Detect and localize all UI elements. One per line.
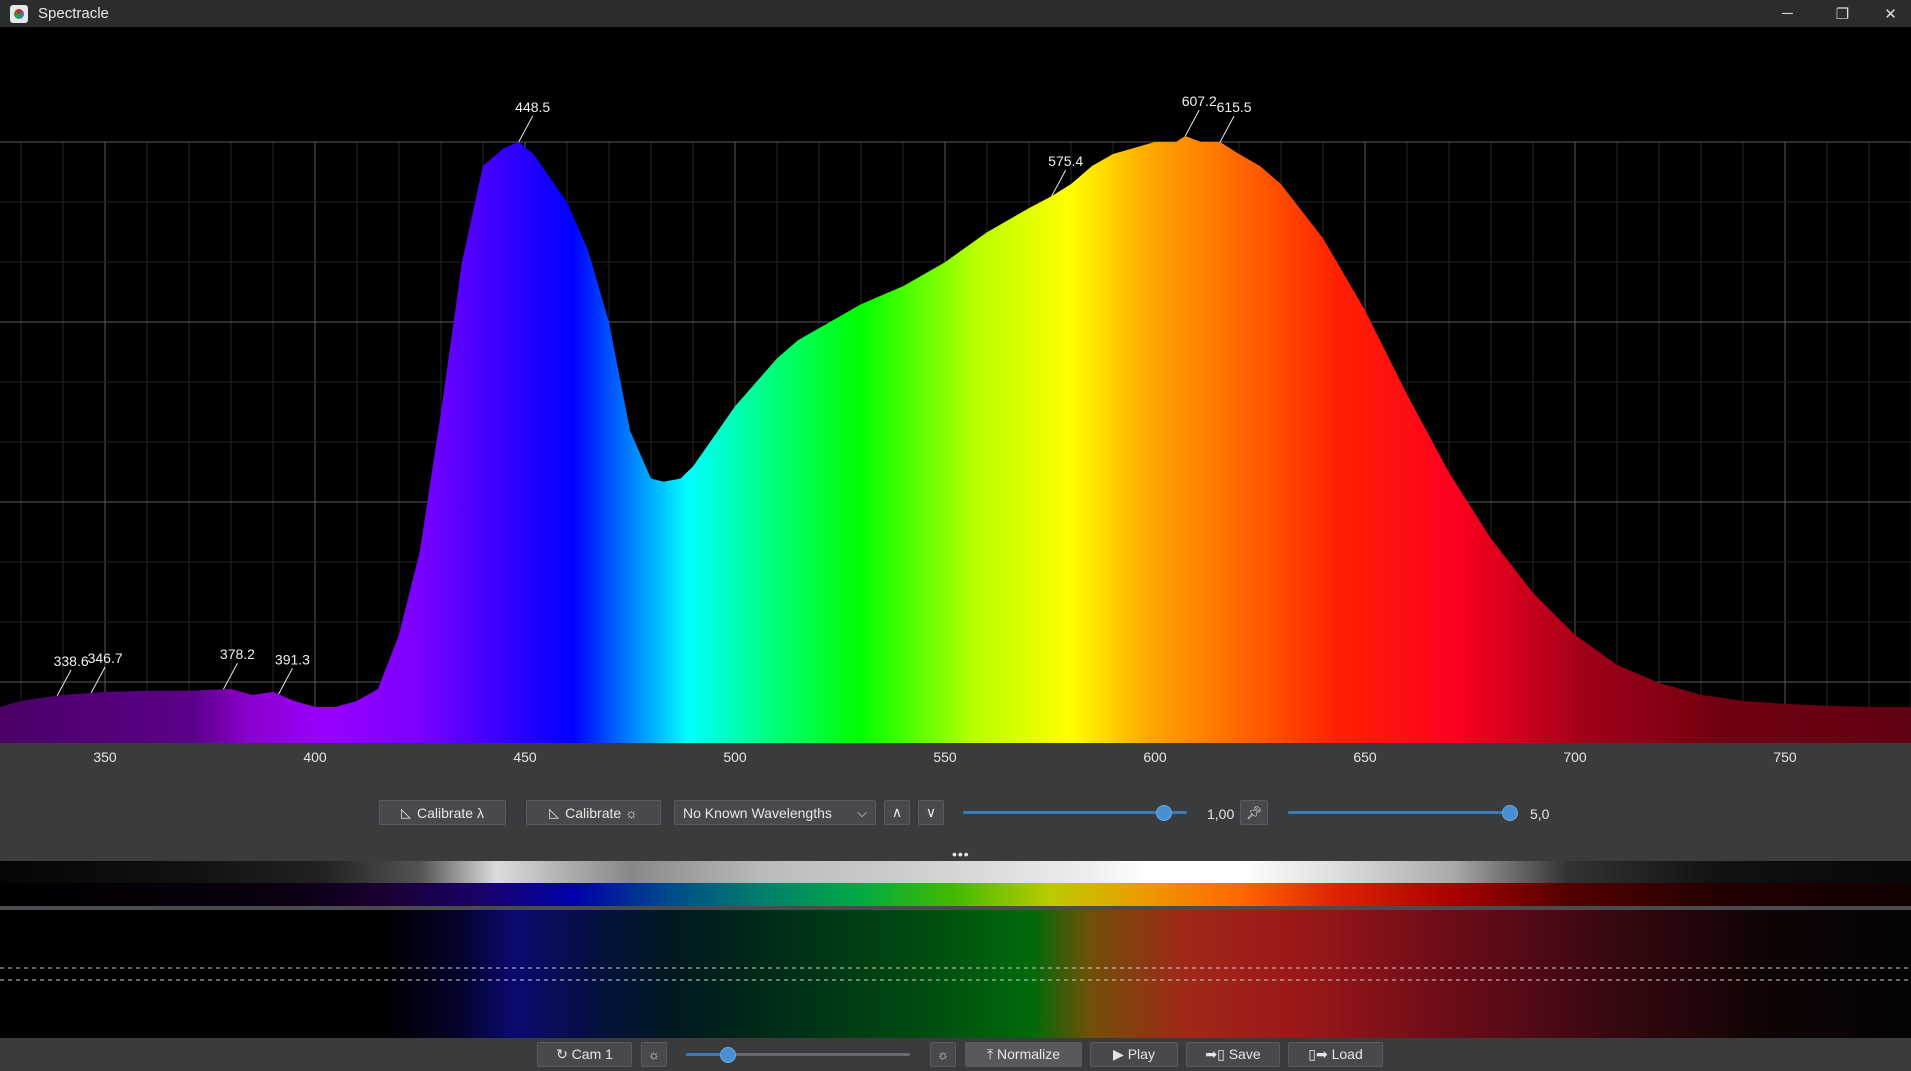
window-title: Spectracle: [38, 5, 109, 22]
calibrate-wavelength-button[interactable]: ◺ Calibrate λ: [379, 800, 506, 825]
peak-label: 575.4: [1048, 153, 1083, 169]
slider-thumb[interactable]: [1155, 805, 1172, 821]
known-wavelengths-dropdown[interactable]: No Known Wavelengths ⌵: [674, 800, 876, 825]
next-wavelength-button[interactable]: ∨: [918, 800, 944, 825]
slider-track: [1288, 811, 1512, 814]
peak-label: 615.5: [1217, 99, 1252, 115]
pin-icon: 📌︎: [1245, 804, 1263, 820]
peak-label: 607.2: [1182, 93, 1217, 109]
pin-button[interactable]: 📌︎: [1240, 800, 1268, 825]
camera-guide-lines: [0, 967, 1911, 981]
spectrum-chart-svg: 338.6346.7 378.2 391.3 448.5 575.4 607.2 615.5: [0, 93, 1911, 744]
color-band: [0, 883, 1911, 906]
x-tick-label: 450: [513, 749, 537, 765]
gain-value: 5,0: [1530, 806, 1550, 822]
x-tick-label: 650: [1353, 749, 1377, 765]
ruler-icon: ◺: [549, 804, 560, 820]
normalize-button[interactable]: ⤒ Normalize: [965, 1042, 1082, 1067]
x-tick-label: 350: [93, 749, 117, 765]
calibrate-brightness-label: Calibrate ☼: [565, 804, 638, 821]
peak-marker-line: [1219, 115, 1235, 143]
play-button[interactable]: ▶ Play: [1090, 1042, 1178, 1067]
x-tick-label: 600: [1143, 749, 1167, 765]
x-axis-labels: 350 400 450 500 550 600 650 700 750: [93, 749, 1797, 765]
title-bar: Spectracle ─ ❐ ✕: [0, 0, 1911, 27]
exposure-slider[interactable]: [686, 1047, 912, 1063]
camera-preview[interactable]: [0, 910, 1911, 1038]
peak-marker-line: [56, 669, 72, 696]
smoothing-value: 1,00: [1207, 806, 1235, 822]
slider-thumb[interactable]: [720, 1047, 737, 1063]
app-logo-icon: [10, 4, 28, 23]
calibrate-wavelength-label: Calibrate λ: [417, 804, 484, 821]
peak-label: 391.3: [275, 651, 310, 667]
ruler-icon: ◺: [401, 804, 412, 820]
sun-icon: ☼: [937, 1047, 949, 1062]
more-options-handle[interactable]: •••: [952, 846, 970, 862]
chevron-down-icon: ⌵: [857, 804, 867, 820]
load-button[interactable]: ▯➡ Load: [1288, 1042, 1383, 1067]
auto-brightness-button[interactable]: ☼: [930, 1042, 956, 1067]
x-tick-label: 700: [1563, 749, 1587, 765]
peak-label: 448.5: [515, 99, 550, 115]
x-tick-label: 750: [1773, 749, 1797, 765]
brightness-button[interactable]: ☼: [641, 1042, 667, 1067]
x-tick-label: 550: [933, 749, 957, 765]
peak-marker-line: [518, 115, 534, 143]
peak-marker-line: [278, 668, 293, 695]
x-tick-label: 400: [303, 749, 327, 765]
slider-thumb[interactable]: [1502, 805, 1518, 821]
smoothing-slider[interactable]: [963, 805, 1193, 821]
calibrate-brightness-button[interactable]: ◺ Calibrate ☼: [526, 800, 661, 825]
gain-slider[interactable]: [1288, 805, 1518, 821]
sun-icon: ☼: [648, 1047, 660, 1062]
maximize-button[interactable]: ❐: [1815, 0, 1870, 27]
bottom-toolbar: ↻ Cam 1 ☼ ☼ ⤒ Normalize ▶ Play ➡▯ Save ▯…: [0, 1038, 1911, 1071]
peak-marker-line: [90, 666, 106, 694]
x-tick-label: 500: [723, 749, 747, 765]
spectrum-chart[interactable]: 338.6 346.7 378.2 391.3 448.5 575.4 607.2 615.5: [0, 27, 1911, 770]
peak-marker-line: [1184, 109, 1200, 137]
minimize-button[interactable]: ─: [1760, 0, 1815, 27]
save-button[interactable]: ➡▯ Save: [1186, 1042, 1280, 1067]
peak-label: 378.2: [220, 646, 255, 662]
peak-label: 346.7: [88, 650, 123, 666]
known-wavelengths-value: No Known Wavelengths: [683, 804, 832, 821]
intensity-band: [0, 861, 1911, 883]
peak-label: 338.6: [54, 653, 89, 669]
camera-select-button[interactable]: ↻ Cam 1: [537, 1042, 632, 1067]
close-button[interactable]: ✕: [1870, 0, 1911, 27]
previous-wavelength-button[interactable]: ∧: [884, 800, 910, 825]
peak-marker-line: [222, 662, 238, 690]
slider-track: [963, 811, 1187, 814]
